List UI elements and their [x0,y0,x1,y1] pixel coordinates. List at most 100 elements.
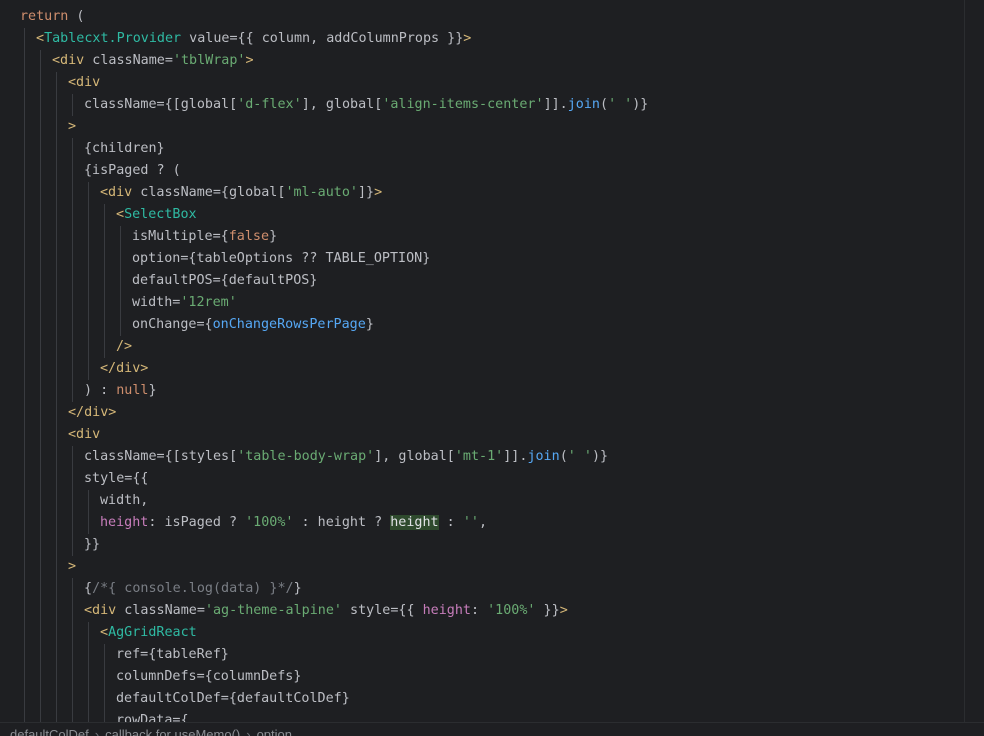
code-token: ( [68,9,85,24]
code-token: ]]. [503,449,528,464]
code-token: <div [52,53,85,68]
code-token: style={{ [342,603,423,618]
code-token: } [365,317,374,332]
code-token: > [245,53,254,68]
code-token: Tablecxt.Provider [44,31,182,46]
indent-guide [40,50,41,722]
code-line[interactable]: > [68,116,76,138]
code-token: value={{ column, addColumnProps }} [181,31,464,46]
code-token: ) : [84,383,117,398]
breadcrumb-bar: defaultColDef › callback for useMemo() › opt… [0,722,984,736]
code-token: > [463,31,472,46]
indent-guide [104,644,105,722]
code-line[interactable]: </div> [68,402,116,424]
code-line[interactable]: </div> [100,358,148,380]
code-token: } [269,229,278,244]
code-token: < [100,625,109,640]
code-line[interactable]: <Tablecxt.Provider value={{ column, addC… [36,28,471,50]
code-line[interactable]: defaultColDef={defaultColDef} [116,688,350,710]
code-token: AgGridReact [108,625,197,640]
code-token: className={global[ [132,185,286,200]
code-token: width, [100,493,149,508]
code-line[interactable]: <AgGridReact [100,622,197,644]
code-token: ( [559,449,568,464]
code-editor[interactable]: return (<Tablecxt.Provider value={{ colu… [0,0,984,722]
code-token: join [567,97,600,112]
code-line[interactable]: width, [100,490,148,512]
code-line[interactable]: > [68,556,76,578]
code-token: '100%' [487,603,536,618]
code-token: rowData={ [116,713,189,722]
code-token: /> [116,339,133,354]
code-line[interactable]: className={[styles['table-body-wrap'], g… [84,446,608,468]
code-token: onChange={ [132,317,213,332]
code-token: > [68,119,77,134]
code-token: ' ' [608,97,633,112]
code-line[interactable]: <SelectBox [116,204,197,226]
code-line[interactable]: columnDefs={columnDefs} [116,666,301,688]
code-token: }} [535,603,560,618]
code-token: <div [68,75,101,90]
code-token: > [559,603,568,618]
code-line[interactable]: <div className={global['ml-auto']}> [100,182,382,204]
indent-guide [88,622,89,722]
code-token: 'tblWrap' [172,53,246,68]
code-token: '100%' [245,515,294,530]
code-line[interactable]: className={[global['d-flex'], global['al… [84,94,648,116]
code-token: <div [68,427,101,442]
code-token: </div> [68,405,117,420]
code-line[interactable]: style={{ [84,468,149,490]
code-line[interactable]: }} [84,534,100,556]
code-token: columnDefs={columnDefs} [116,669,302,684]
code-token: height [422,603,471,618]
code-token: { [84,581,93,596]
code-line[interactable]: /> [116,336,132,358]
code-line[interactable]: <div className='tblWrap'> [52,50,254,72]
code-line[interactable]: <div [68,72,100,94]
code-token: 'ag-theme-alpine' [204,603,342,618]
code-token: className= [116,603,205,618]
code-token: 'table-body-wrap' [237,449,375,464]
indent-guide [88,490,89,534]
code-line[interactable]: <div className='ag-theme-alpine' style={… [84,600,568,622]
code-line[interactable]: ) : null} [84,380,157,402]
editor-right-margin [964,0,965,722]
code-line[interactable]: {/*{ console.log(data) }*/} [84,578,302,600]
code-line[interactable]: return ( [20,6,85,28]
code-line[interactable]: onChange={onChangeRowsPerPage} [132,314,374,336]
code-token: </div> [100,361,149,376]
code-line[interactable]: {children} [84,138,165,160]
code-token: } [293,581,302,596]
code-line[interactable]: isMultiple={false} [132,226,277,248]
code-token: {isPaged ? ( [84,163,181,178]
indent-guide [56,72,57,722]
code-token: className={[global[ [84,97,238,112]
code-line[interactable]: rowData={ [116,710,189,722]
code-token: onChangeRowsPerPage [212,317,366,332]
code-token: ' ' [567,449,592,464]
code-line[interactable]: <div [68,424,100,446]
code-token: '12rem' [180,295,237,310]
code-token: : isPaged ? [148,515,246,530]
code-token: ref={tableRef} [116,647,229,662]
code-line[interactable]: {isPaged ? ( [84,160,181,182]
code-token: <div [84,603,117,618]
code-token: {children} [84,141,165,156]
code-token: isMultiple={ [132,229,229,244]
code-token: )} [632,97,649,112]
code-line[interactable]: height: isPaged ? '100%' : height ? heig… [100,512,487,534]
code-token: return [20,9,69,24]
code-line[interactable]: width='12rem' [132,292,237,314]
code-token: className= [84,53,173,68]
indent-guide [72,446,73,556]
code-line[interactable]: ref={tableRef} [116,644,229,666]
code-line[interactable]: defaultPOS={defaultPOS} [132,270,317,292]
indent-guide [24,28,25,722]
code-token: ]} [358,185,375,200]
code-token: '' [462,515,479,530]
code-token: join [527,449,560,464]
code-token: <div [100,185,133,200]
code-line[interactable]: option={tableOptions ?? TABLE_OPTION} [132,248,430,270]
code-token: 'mt-1' [454,449,504,464]
code-token: )} [591,449,609,464]
